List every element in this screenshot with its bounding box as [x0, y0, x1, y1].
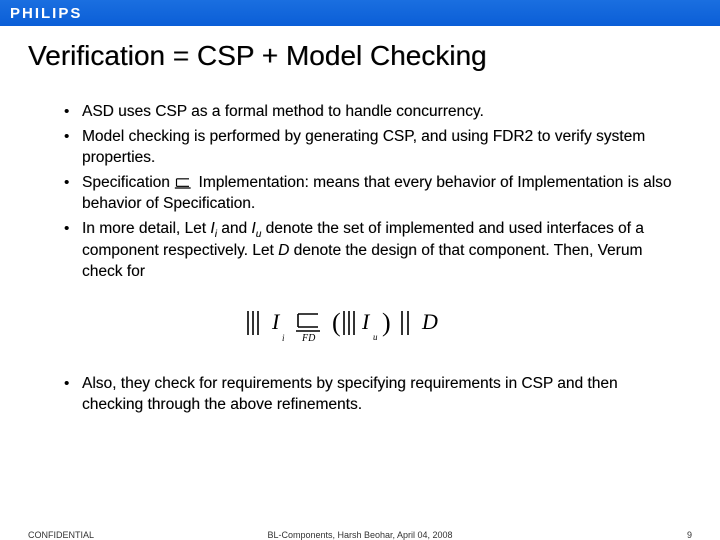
svg-text:I: I — [271, 309, 281, 334]
top-bar: PHILIPS — [0, 0, 720, 26]
svg-text:(: ( — [332, 308, 341, 337]
svg-text:): ) — [382, 308, 391, 337]
svg-text:D: D — [421, 309, 438, 334]
formula-svg: I i FD ( I u ) D — [240, 301, 500, 345]
slide-content: ASD uses CSP as a formal method to handl… — [0, 102, 720, 416]
bullet-text: Also, they check for requirements by spe… — [82, 375, 618, 413]
formula-block: I i FD ( I u ) D — [60, 301, 680, 350]
bullet-item: Also, they check for requirements by spe… — [60, 374, 680, 416]
svg-text:i: i — [282, 333, 285, 343]
brand-logo: PHILIPS — [10, 5, 82, 22]
bullet-item: Model checking is performed by generatin… — [60, 127, 680, 169]
page-number: 9 — [687, 530, 692, 540]
bullet-item: Specification Implementation: means that… — [60, 173, 680, 215]
bullet-item: ASD uses CSP as a formal method to handl… — [60, 102, 680, 123]
bullet-text: Model checking is performed by generatin… — [82, 128, 645, 166]
slide-title: Verification = CSP + Model Checking — [28, 40, 720, 72]
footer-confidential: CONFIDENTIAL — [28, 530, 94, 540]
bullet-list-b: Also, they check for requirements by spe… — [60, 374, 680, 416]
svg-text:FD: FD — [301, 333, 316, 344]
svg-text:I: I — [361, 309, 371, 334]
bullet-item: In more detail, Let Ii and Iu denote the… — [60, 219, 680, 283]
svg-text:u: u — [373, 332, 378, 342]
bullet-text: ASD uses CSP as a formal method to handl… — [82, 103, 484, 120]
refinement-icon — [174, 177, 194, 189]
footer-meta: BL-Components, Harsh Beohar, April 04, 2… — [267, 530, 452, 540]
bullet-text: Specification Implementation: means that… — [82, 174, 672, 212]
bullet-list-a: ASD uses CSP as a formal method to handl… — [60, 102, 680, 283]
bullet-text: In more detail, Let Ii and Iu denote the… — [82, 220, 644, 281]
